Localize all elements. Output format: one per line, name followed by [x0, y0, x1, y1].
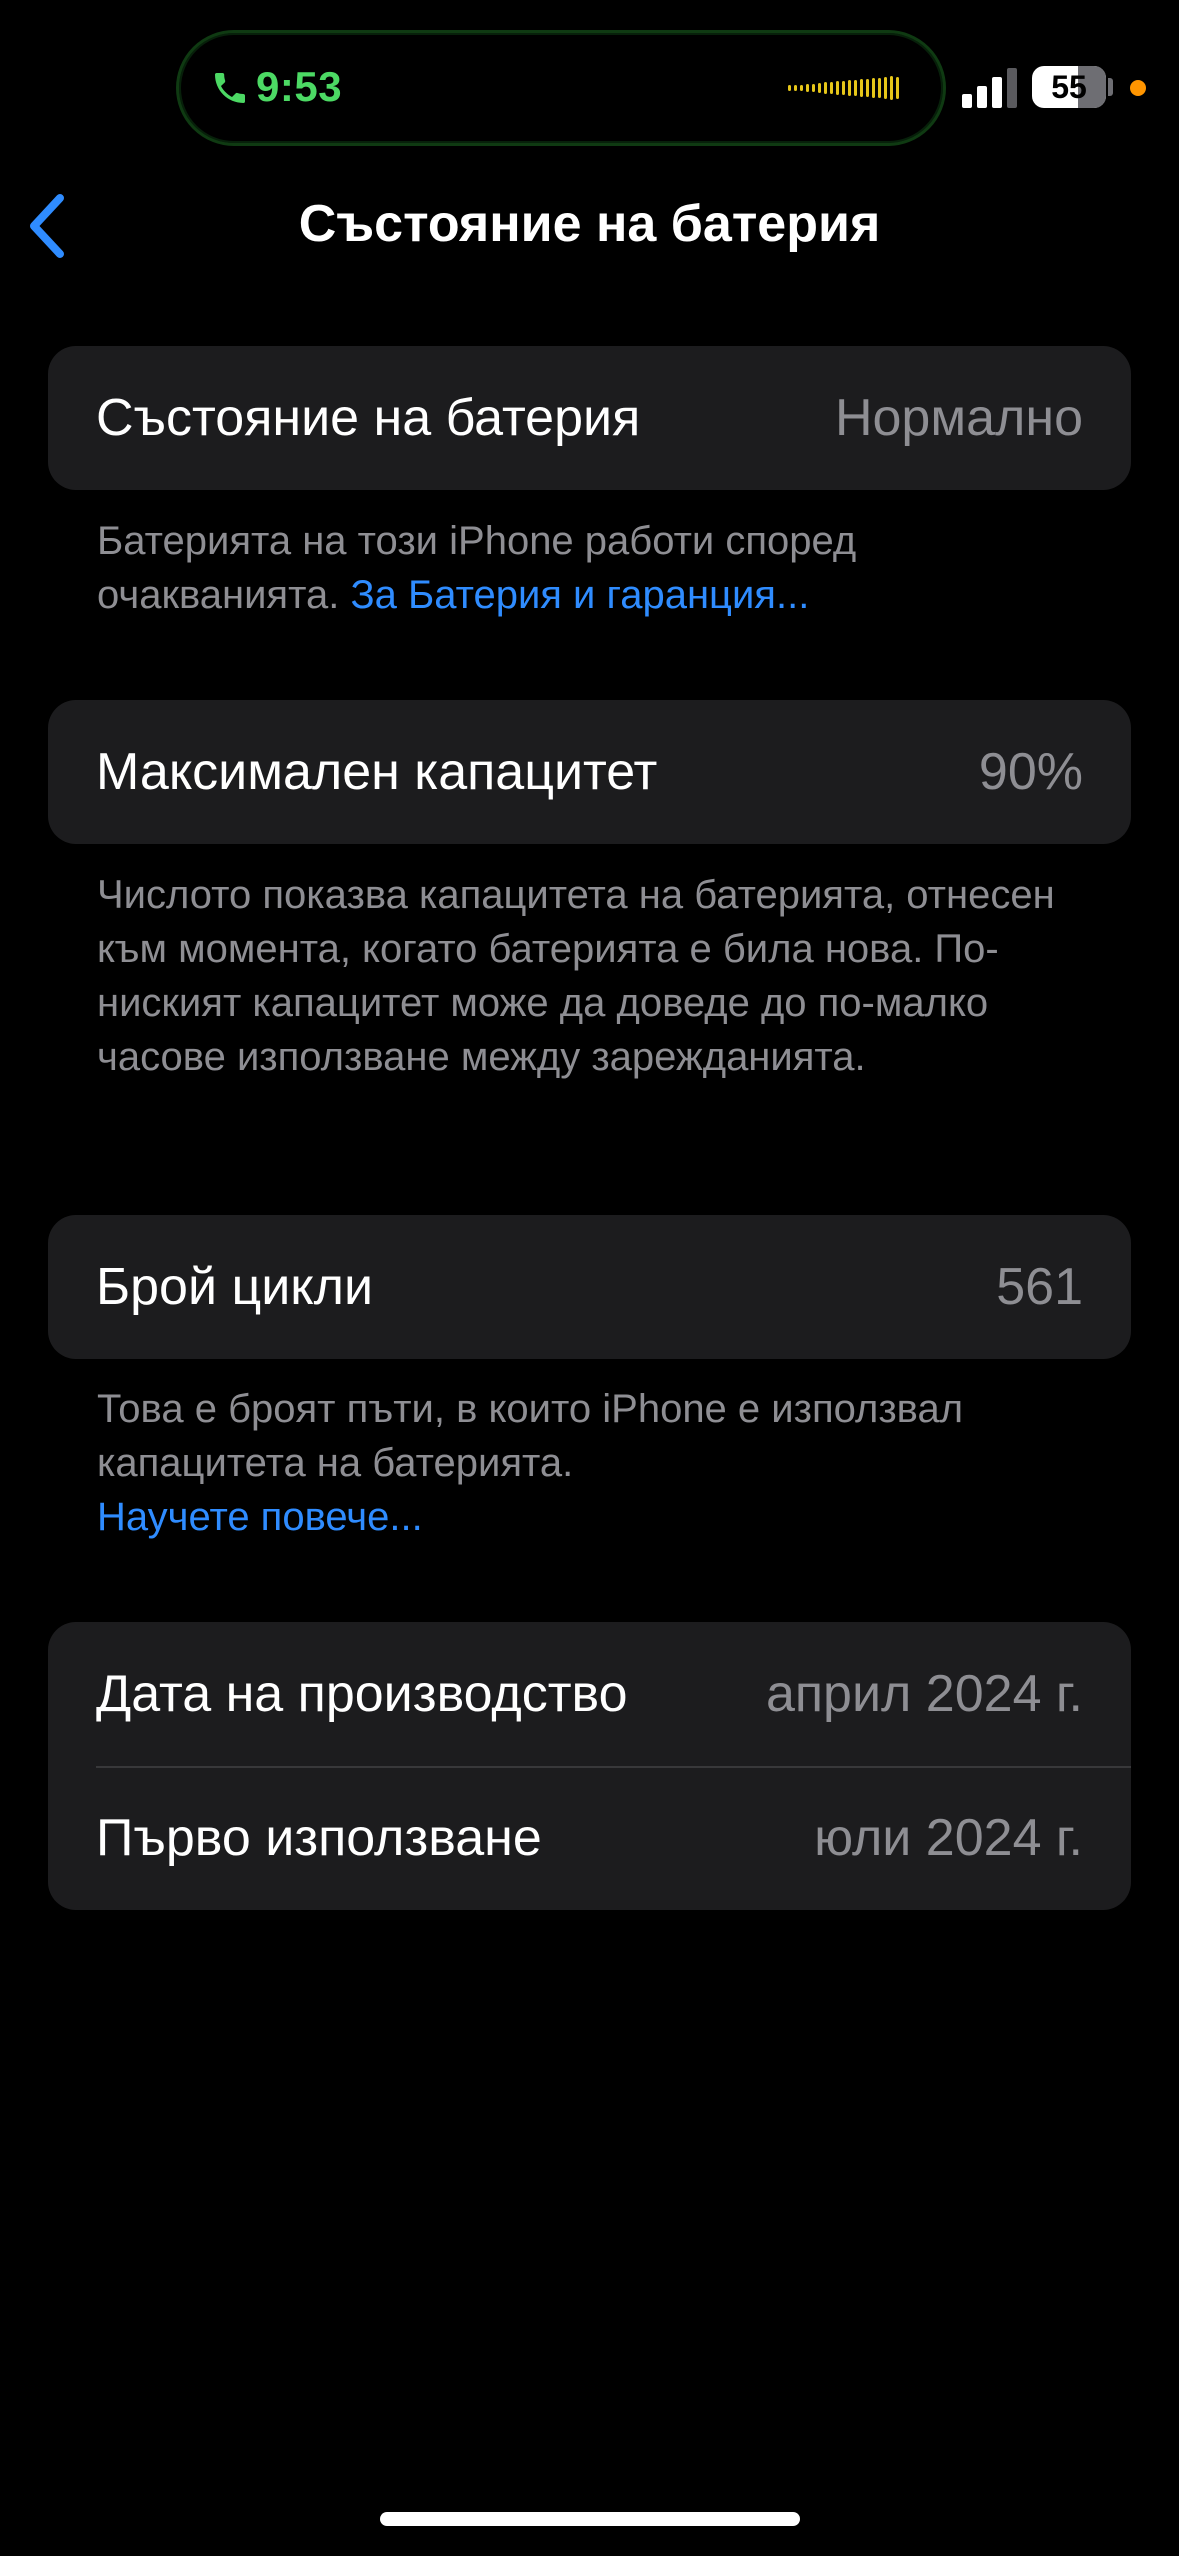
cycle-count-row: Брой цикли 561	[48, 1215, 1131, 1359]
battery-health-value: Нормално	[834, 389, 1083, 447]
first-use-row: Първо използване юли 2024 г.	[48, 1766, 1131, 1910]
learn-more-link[interactable]: Научете повече...	[97, 1495, 423, 1539]
cycle-count-footer: Това е броят пъти, в които iPhone е изпо…	[97, 1382, 1097, 1544]
max-capacity-group: Максимален капацитет 90%	[48, 700, 1131, 844]
cycle-count-value: 561	[996, 1258, 1083, 1316]
audio-waveform-icon	[788, 76, 899, 100]
max-capacity-value: 90%	[978, 743, 1083, 801]
manufacture-date-value: април 2024 г.	[765, 1665, 1083, 1723]
max-capacity-footer: Числото показва капацитета на батерията,…	[97, 873, 1055, 1079]
row-separator	[96, 1766, 1131, 1768]
battery-terminal	[1108, 78, 1113, 96]
max-capacity-row: Максимален капацитет 90%	[48, 700, 1131, 844]
home-indicator[interactable]	[380, 2512, 800, 2526]
page-title: Състояние на батерия	[298, 195, 881, 253]
call-timer: 9:53	[256, 63, 343, 110]
battery-health-group: Състояние на батерия Нормално	[48, 346, 1131, 490]
battery-icon: 55	[1032, 66, 1106, 108]
cycle-count-label: Брой цикли	[96, 1258, 374, 1316]
microphone-in-use-indicator	[1130, 80, 1146, 96]
first-use-label: Първо използване	[96, 1809, 542, 1867]
cycle-count-footer-text: Това е броят пъти, в които iPhone е изпо…	[97, 1387, 964, 1485]
max-capacity-label: Максимален капацитет	[96, 743, 658, 801]
battery-health-label: Състояние на батерия	[96, 389, 641, 447]
dates-group: Дата на производство април 2024 г. Първо…	[48, 1622, 1131, 1910]
manufacture-date-row: Дата на производство април 2024 г.	[48, 1622, 1131, 1766]
battery-warranty-link[interactable]: За Батерия и гаранция...	[350, 573, 809, 617]
cycle-count-group: Брой цикли 561	[48, 1215, 1131, 1359]
battery-health-footer: Батерията на този iPhone работи според о…	[97, 514, 1097, 622]
manufacture-date-label: Дата на производство	[96, 1665, 628, 1723]
phone-icon	[215, 73, 245, 103]
battery-health-row: Състояние на батерия Нормално	[48, 346, 1131, 490]
first-use-value: юли 2024 г.	[814, 1809, 1083, 1867]
cellular-signal-icon	[962, 68, 1017, 108]
battery-percentage: 55	[1051, 69, 1087, 105]
